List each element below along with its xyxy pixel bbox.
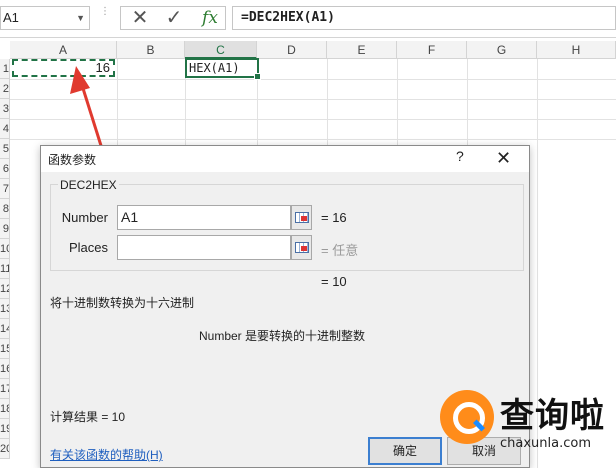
row-header-1[interactable]: 1 [0,59,10,79]
collapse-dialog-button-places[interactable] [291,235,312,260]
column-header-a[interactable]: A [10,41,117,59]
checkmark-icon[interactable]: ✓ [159,7,189,29]
column-header-h[interactable]: H [537,41,616,59]
cancel-icon[interactable]: ✕ [125,7,155,29]
row-header-13[interactable]: 13 [0,299,10,319]
column-header-g[interactable]: G [467,41,537,59]
row-header-3[interactable]: 3 [0,99,10,119]
calculation-result: 计算结果 = 10 [50,410,126,424]
row-header-5[interactable]: 5 [0,139,10,159]
formula-bar: A1 ▼ ⋮ ✕ ✓ fx =DEC2HEX(A1) [0,0,616,38]
watermark: 查询啦 chaxunla.com [440,384,616,468]
column-header-c[interactable]: C [185,41,257,59]
dialog-title: 函数参数 [48,153,97,167]
function-help-link[interactable]: 有关该函数的帮助(H) [50,446,163,463]
formula-buttons: ✕ ✓ fx [120,6,226,30]
name-box-value: A1 [3,10,19,25]
row-header-18[interactable]: 18 [0,399,10,419]
cell-c1[interactable]: HEX(A1) [185,58,261,80]
gridline [10,119,616,120]
number-result: = 16 [321,210,347,225]
column-header-b[interactable]: B [117,41,185,59]
collapse-dialog-button-number[interactable] [291,205,312,230]
row-header-2[interactable]: 2 [0,79,10,99]
row-header-15[interactable]: 15 [0,339,10,359]
row-header-14[interactable]: 14 [0,319,10,339]
column-header-f[interactable]: F [397,41,467,59]
row-header-10[interactable]: 10 [0,239,10,259]
search-logo-icon [440,390,494,444]
number-input[interactable]: A1 [117,205,291,230]
row-header-9[interactable]: 9 [0,219,10,239]
row-header-11[interactable]: 11 [0,259,10,279]
row-header-20[interactable]: 20 [0,439,10,459]
close-icon[interactable]: ✕ [496,146,511,170]
row-header-19[interactable]: 19 [0,419,10,439]
column-header-e[interactable]: E [327,41,397,59]
dialog-title-bar[interactable]: 函数参数 ? ✕ [41,146,529,172]
row-header-4[interactable]: 4 [0,119,10,139]
help-icon[interactable]: ? [456,148,464,164]
gridline [10,79,616,80]
row-header-7[interactable]: 7 [0,179,10,199]
watermark-name: 查询啦 [500,396,605,436]
drag-handle-icon[interactable]: ⋮ [100,7,110,28]
row-header-6[interactable]: 6 [0,159,10,179]
row-header-16[interactable]: 16 [0,359,10,379]
places-input[interactable] [117,235,291,260]
gridline [10,139,616,140]
insert-function-icon[interactable]: fx [195,7,225,29]
chevron-down-icon[interactable]: ▼ [76,7,85,29]
formula-input[interactable]: =DEC2HEX(A1) [232,6,616,30]
places-label: Places [68,240,108,255]
ok-button[interactable]: 确定 [368,437,442,465]
cell-a1[interactable]: 16 [12,59,115,77]
formula-result: = 10 [321,274,347,289]
row-header-17[interactable]: 17 [0,379,10,399]
watermark-url: chaxunla.com [500,436,591,451]
places-result: = 任意 [321,243,359,258]
row-header-8[interactable]: 8 [0,199,10,219]
gridline [10,99,616,100]
name-box[interactable]: A1 ▼ [0,6,90,30]
function-name: DEC2HEX [58,178,119,192]
column-header-d[interactable]: D [257,41,327,59]
number-label: Number [61,210,108,225]
row-header-12[interactable]: 12 [0,279,10,299]
argument-description: Number 是要转换的十进制整数 [199,329,366,343]
function-description: 将十进制数转换为十六进制 [50,296,195,310]
